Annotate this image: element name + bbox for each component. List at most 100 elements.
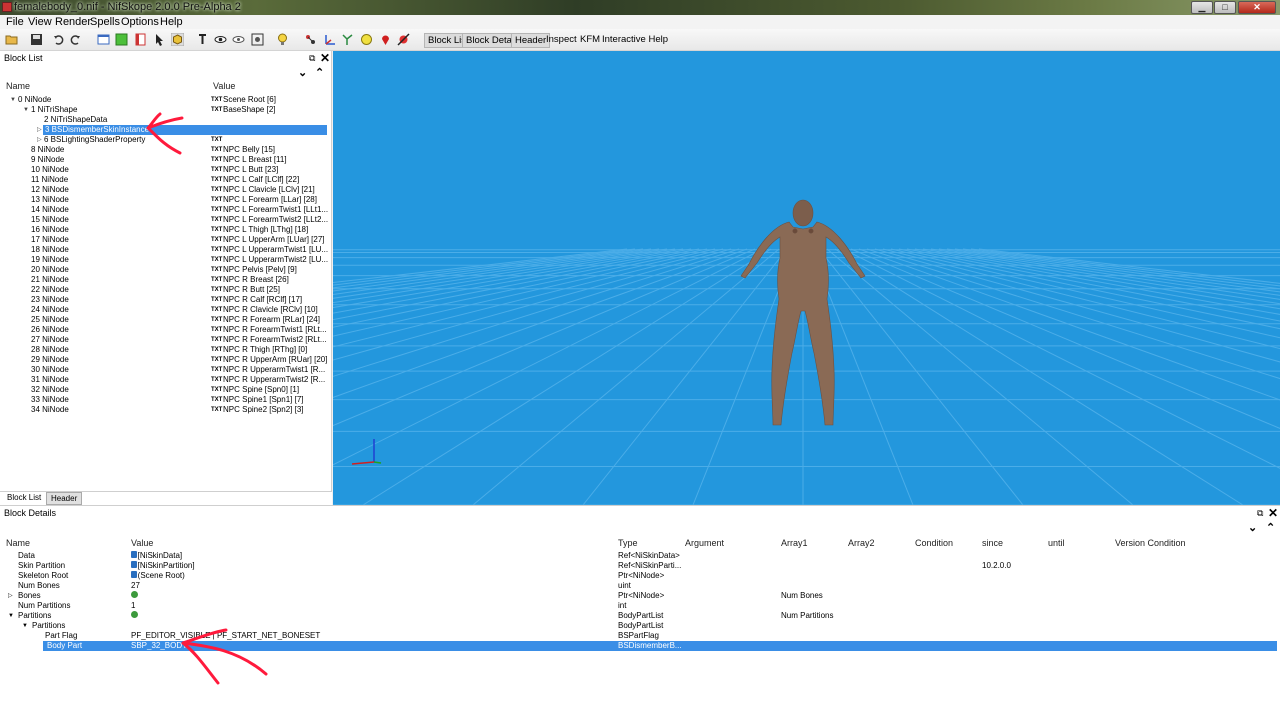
- redo-icon[interactable]: [69, 33, 82, 46]
- tree-row[interactable]: ▷ 3 BSDismemberSkinInstance: [37, 125, 327, 135]
- open-folder-icon[interactable]: [5, 33, 18, 46]
- column-header-value[interactable]: Value: [213, 81, 235, 91]
- red-page-icon[interactable]: [134, 33, 147, 46]
- expand-arrow-icon[interactable]: ▷: [37, 125, 42, 135]
- tree-row[interactable]: 15 NiNode TXT NPC L ForearmTwist2 [LLt2...: [0, 215, 328, 225]
- tree-row[interactable]: 31 NiNode TXT NPC R UpperarmTwist2 [R...: [0, 375, 328, 385]
- expand-arrow-icon[interactable]: ▼: [22, 621, 28, 631]
- expand-arrow-icon[interactable]: ▷: [37, 135, 42, 145]
- details-column-until[interactable]: until: [1048, 538, 1065, 548]
- tree-row[interactable]: 33 NiNode TXT NPC Spine1 [Spn1] [7]: [0, 395, 328, 405]
- details-row[interactable]: Num Partitions 1 int: [0, 601, 1276, 611]
- tree-row[interactable]: 32 NiNode TXT NPC Spine [Spn0] [1]: [0, 385, 328, 395]
- pin-icon[interactable]: [196, 33, 209, 46]
- tree-row[interactable]: 26 NiNode TXT NPC R ForearmTwist1 [RLt...: [0, 325, 328, 335]
- details-column-name[interactable]: Name: [6, 538, 30, 548]
- tree-row[interactable]: 14 NiNode TXT NPC L ForearmTwist1 [LLt1...: [0, 205, 328, 215]
- menu-file[interactable]: File: [6, 16, 24, 28]
- tree-row[interactable]: 2 NiTriShapeData: [0, 115, 328, 125]
- details-column-array2[interactable]: Array2: [848, 538, 875, 548]
- details-collapse-all-icon[interactable]: ⌃: [1266, 521, 1275, 534]
- close-button[interactable]: ✕: [1238, 1, 1276, 14]
- smiley-icon[interactable]: [360, 33, 373, 46]
- menu-spells[interactable]: Spells: [90, 16, 120, 28]
- tree-row[interactable]: 25 NiNode TXT NPC R Forearm [RLar] [24]: [0, 315, 328, 325]
- details-column-condition[interactable]: Condition: [915, 538, 953, 548]
- details-row[interactable]: Data 4 [NiSkinData] Ref<NiSkinData>: [0, 551, 1276, 561]
- tree-row[interactable]: 23 NiNode TXT NPC R Calf [RClf] [17]: [0, 295, 328, 305]
- eye-icon[interactable]: [214, 33, 227, 46]
- light-bulb-icon[interactable]: [276, 33, 289, 46]
- tab-header[interactable]: Header: [46, 492, 83, 505]
- details-column-since[interactable]: since: [982, 538, 1003, 548]
- tree-row[interactable]: ▼ 0 NiNode TXT Scene Root [6]: [0, 95, 328, 105]
- save-icon[interactable]: [30, 33, 43, 46]
- details-row[interactable]: Skin Partition 5 [NiSkinPartition] Ref<NiS…: [0, 561, 1276, 571]
- frame-icon[interactable]: [251, 33, 264, 46]
- expand-arrow-icon[interactable]: ▼: [23, 105, 29, 115]
- tree-row[interactable]: 13 NiNode TXT NPC L Forearm [LLar] [28]: [0, 195, 328, 205]
- expand-arrow-icon[interactable]: ▼: [10, 95, 16, 105]
- render-viewport[interactable]: [333, 51, 1280, 505]
- tree-row[interactable]: 9 NiNode TXT NPC L Breast [11]: [0, 155, 328, 165]
- green-box-icon[interactable]: [115, 33, 128, 46]
- details-expand-all-icon[interactable]: ⌄: [1248, 521, 1257, 534]
- skeleton-icon[interactable]: [341, 33, 354, 46]
- float-icon[interactable]: ⧉: [309, 53, 315, 64]
- details-row[interactable]: ▷ Bones Ptr<NiNode> Num Bones: [0, 591, 1276, 601]
- details-column-type[interactable]: Type: [618, 538, 638, 548]
- tree-row[interactable]: 17 NiNode TXT NPC L UpperArm [LUar] [27]: [0, 235, 328, 245]
- tree-row[interactable]: 22 NiNode TXT NPC R Butt [25]: [0, 285, 328, 295]
- details-column-array1[interactable]: Array1: [781, 538, 808, 548]
- window-view-icon[interactable]: [97, 33, 110, 46]
- details-row[interactable]: Skeleton Root 0 (Scene Root) Ptr<NiNode>: [0, 571, 1276, 581]
- toggle-inspect[interactable]: Inspect: [543, 33, 580, 48]
- tree-row[interactable]: 8 NiNode TXT NPC Belly [15]: [0, 145, 328, 155]
- details-float-icon[interactable]: ⧉: [1257, 508, 1263, 519]
- menu-render[interactable]: Render: [55, 16, 91, 28]
- tree-row[interactable]: 10 NiNode TXT NPC L Butt [23]: [0, 165, 328, 175]
- panel-close-icon[interactable]: ✕: [320, 51, 330, 65]
- expand-arrow-icon[interactable]: ▷: [8, 591, 13, 601]
- details-column-version-condition[interactable]: Version Condition: [1115, 538, 1186, 548]
- eye-outline-icon[interactable]: [232, 33, 245, 46]
- node-icon[interactable]: [304, 33, 317, 46]
- no-lighting-icon[interactable]: [397, 33, 410, 46]
- axes-icon[interactable]: [323, 33, 336, 46]
- tree-row[interactable]: 24 NiNode TXT NPC R Clavicle [RClv] [10]: [0, 305, 328, 315]
- tree-row[interactable]: 29 NiNode TXT NPC R UpperArm [RUar] [20]: [0, 355, 328, 365]
- details-column-argument[interactable]: Argument: [685, 538, 724, 548]
- details-row[interactable]: ▼ Partitions BodyPartList: [0, 621, 1276, 631]
- tree-row[interactable]: 20 NiNode TXT NPC Pelvis [Pelv] [9]: [0, 265, 328, 275]
- menu-options[interactable]: Options: [121, 16, 159, 28]
- details-row[interactable]: Part Flag PF_EDITOR_VISIBLE | PF_START_NE…: [0, 631, 1276, 641]
- expand-all-icon[interactable]: ⌄: [298, 66, 307, 79]
- tree-row[interactable]: 21 NiNode TXT NPC R Breast [26]: [0, 275, 328, 285]
- minimize-button[interactable]: ▁: [1191, 1, 1213, 14]
- column-header-name[interactable]: Name: [6, 81, 30, 91]
- undo-icon[interactable]: [52, 33, 65, 46]
- details-row[interactable]: ▼ Partitions BodyPartList Num Partitions: [0, 611, 1276, 621]
- toggle-interactive-help[interactable]: Interactive Help: [599, 33, 671, 48]
- tree-row[interactable]: ▼ 1 NiTriShape TXT BaseShape [2]: [0, 105, 328, 115]
- cube-icon[interactable]: [171, 33, 184, 46]
- marker-icon[interactable]: [379, 33, 392, 46]
- details-close-icon[interactable]: ✕: [1268, 506, 1278, 520]
- details-row[interactable]: Body Part SBP_32_BODY BSDismemberB...: [43, 641, 1277, 651]
- menu-help[interactable]: Help: [160, 16, 183, 28]
- tree-row[interactable]: 19 NiNode TXT NPC L UpperarmTwist2 [LU...: [0, 255, 328, 265]
- menu-view[interactable]: View: [28, 16, 52, 28]
- tab-block-list[interactable]: Block List: [3, 492, 45, 505]
- tree-row[interactable]: 30 NiNode TXT NPC R UpperarmTwist1 [R...: [0, 365, 328, 375]
- tree-row[interactable]: 18 NiNode TXT NPC L UpperarmTwist1 [LU...: [0, 245, 328, 255]
- collapse-all-icon[interactable]: ⌃: [315, 66, 324, 79]
- cursor-icon[interactable]: [153, 33, 166, 46]
- details-row[interactable]: Num Bones 27 uint: [0, 581, 1276, 591]
- tree-row[interactable]: 27 NiNode TXT NPC R ForearmTwist2 [RLt...: [0, 335, 328, 345]
- tree-row[interactable]: 28 NiNode TXT NPC R Thigh [RThg] [0]: [0, 345, 328, 355]
- tree-row[interactable]: 16 NiNode TXT NPC L Thigh [LThg] [18]: [0, 225, 328, 235]
- maximize-button[interactable]: □: [1214, 1, 1236, 14]
- tree-row[interactable]: 34 NiNode TXT NPC Spine2 [Spn2] [3]: [0, 405, 328, 415]
- tree-row[interactable]: 11 NiNode TXT NPC L Calf [LClf] [22]: [0, 175, 328, 185]
- tree-row[interactable]: ▷ 6 BSLightingShaderProperty TXT: [0, 135, 328, 145]
